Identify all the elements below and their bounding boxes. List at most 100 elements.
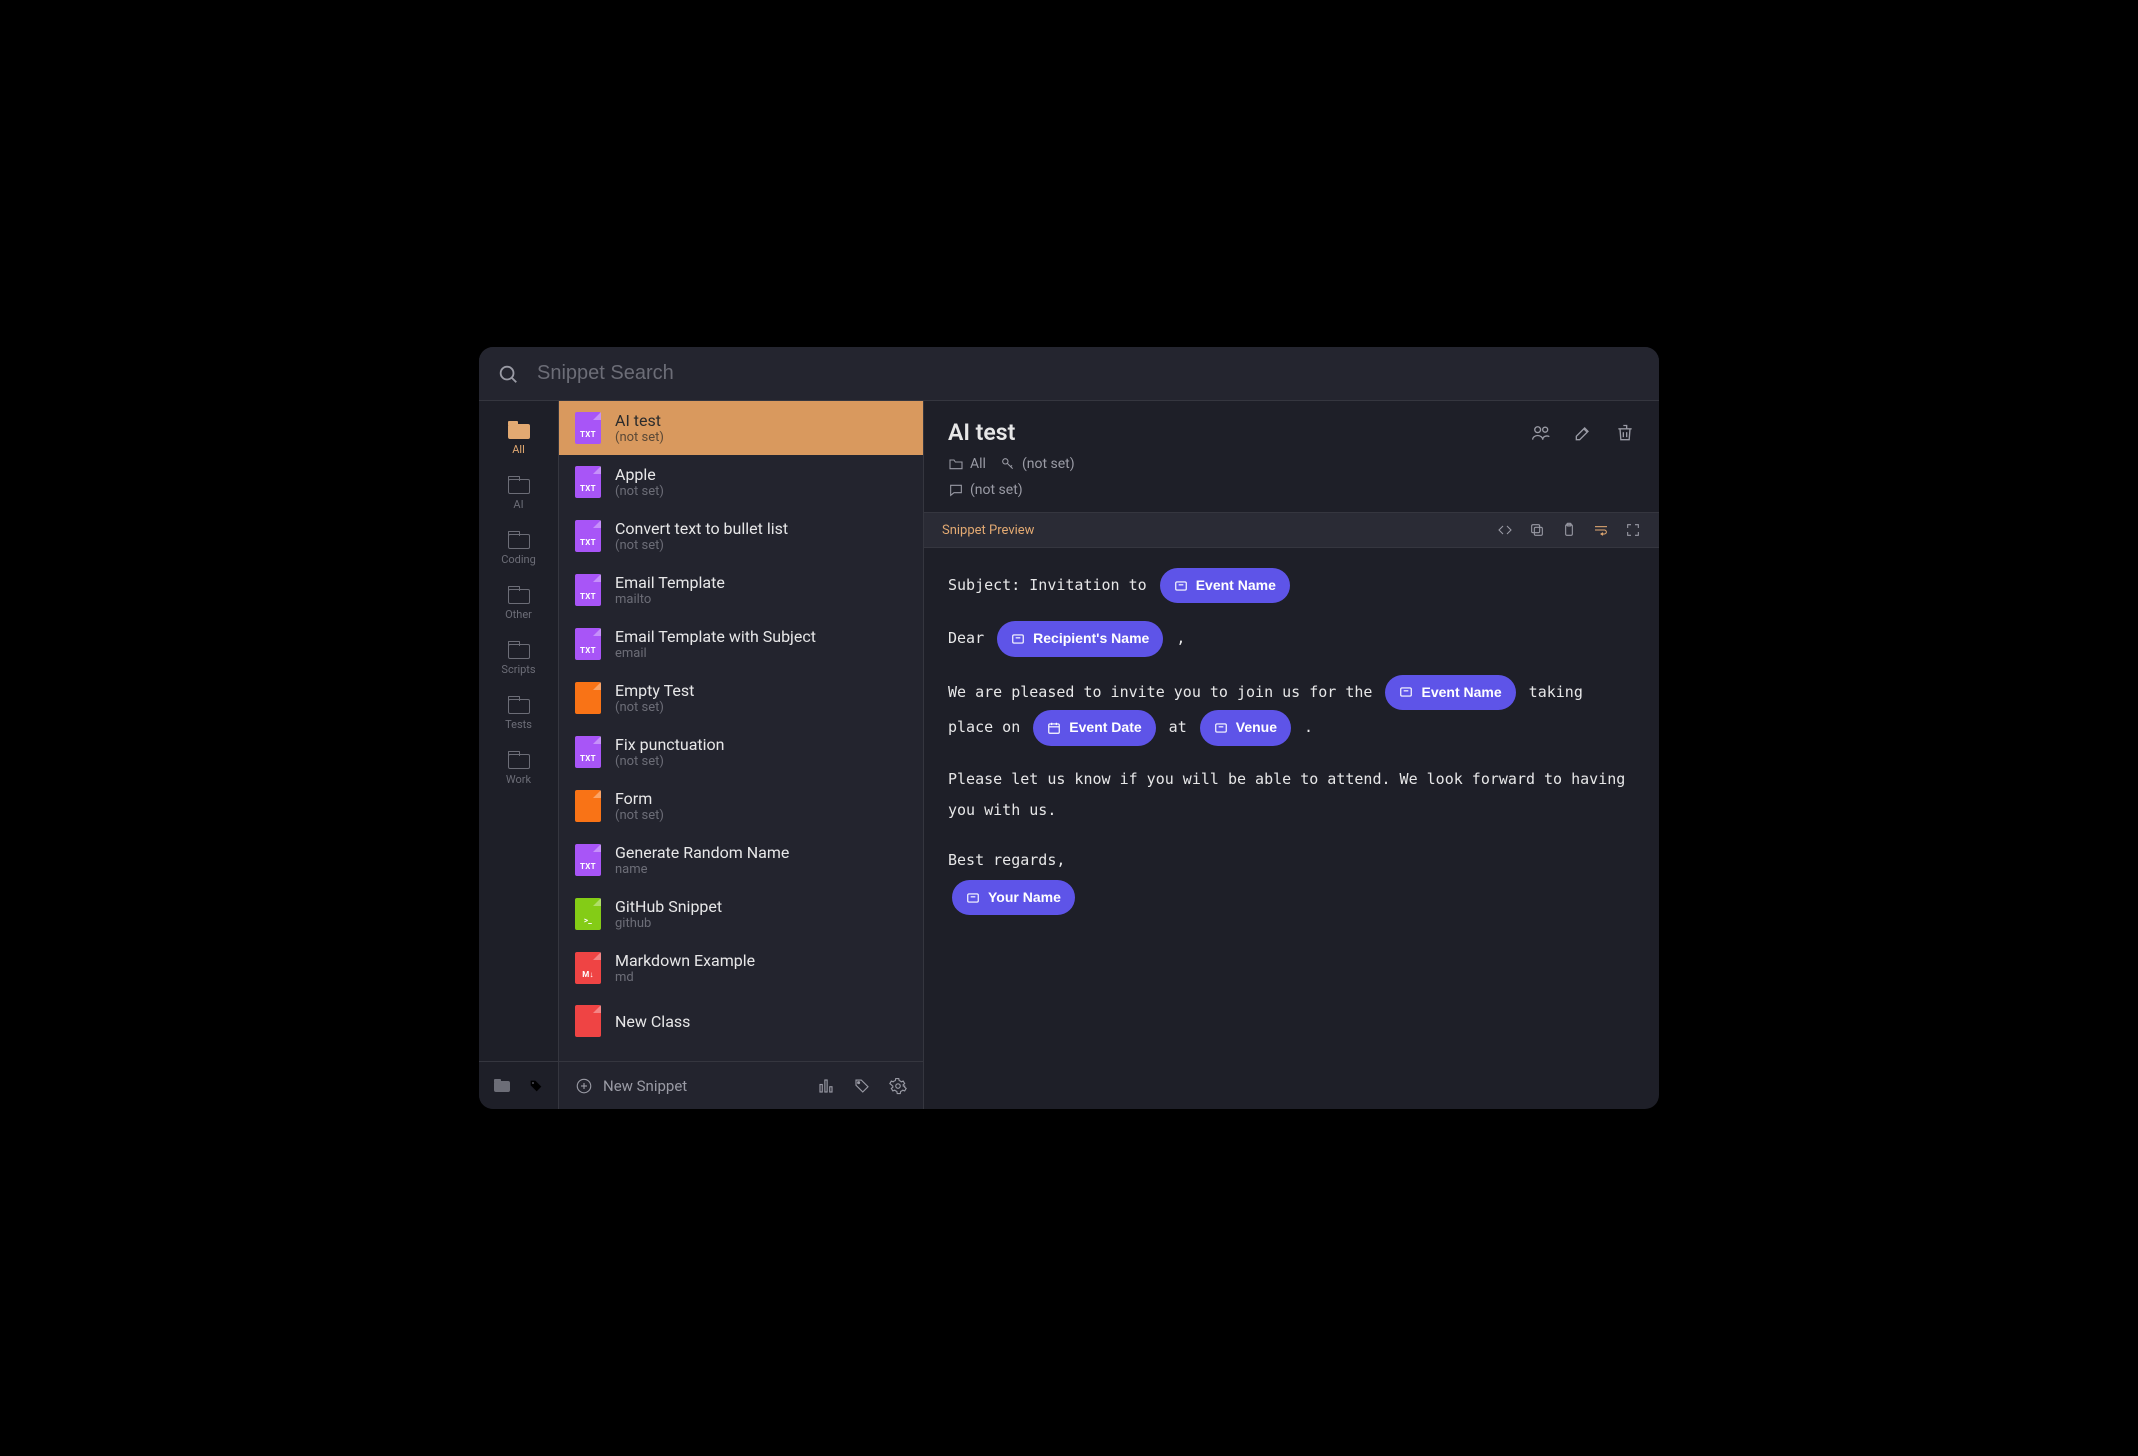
code-icon[interactable] — [1497, 522, 1513, 538]
edit-icon[interactable] — [1573, 423, 1593, 443]
meta-note[interactable]: (not set) — [948, 482, 1023, 498]
sidebar-item-tests[interactable]: Tests — [479, 686, 558, 741]
new-snippet-button[interactable]: New Snippet — [575, 1077, 687, 1095]
placeholder-recipient-name[interactable]: Recipient's Name — [997, 621, 1163, 656]
file-icon: >_ — [575, 898, 601, 930]
list-item[interactable]: Empty Test(not set) — [559, 671, 923, 725]
sidebar: All AI Coding Other Scripts Tests Work — [479, 401, 559, 1109]
file-icon: TXT — [575, 520, 601, 552]
sidebar-label: AI — [513, 498, 523, 511]
meta-keyword[interactable]: (not set) — [1000, 456, 1075, 472]
key-icon — [1000, 456, 1016, 472]
sidebar-item-ai[interactable]: AI — [479, 466, 558, 521]
list-item[interactable]: TXT Apple(not set) — [559, 455, 923, 509]
folder-icon — [508, 586, 530, 604]
search-input[interactable] — [535, 361, 1641, 386]
placeholder-your-name[interactable]: Your Name — [952, 880, 1075, 915]
list-item[interactable]: M↓ Markdown Examplemd — [559, 941, 923, 995]
preview-bar: Snippet Preview — [924, 512, 1659, 548]
item-subtitle: (not set) — [615, 808, 664, 823]
sidebar-item-all[interactable]: All — [479, 411, 558, 466]
placeholder-event-date[interactable]: Event Date — [1033, 710, 1155, 745]
item-subtitle: name — [615, 862, 789, 877]
open-folder-icon[interactable] — [494, 1079, 510, 1092]
placeholder-event-name-2[interactable]: Event Name — [1385, 675, 1515, 710]
chat-icon — [948, 482, 964, 498]
list-item[interactable]: TXT Generate Random Namename — [559, 833, 923, 887]
list-item[interactable]: TXT Convert text to bullet list(not set) — [559, 509, 923, 563]
file-icon: TXT — [575, 574, 601, 606]
folder-icon — [508, 696, 530, 714]
item-title: Markdown Example — [615, 951, 755, 970]
file-icon: TXT — [575, 844, 601, 876]
item-title: Convert text to bullet list — [615, 519, 788, 538]
list-footer: New Snippet — [559, 1061, 923, 1109]
sidebar-label: Tests — [505, 718, 532, 731]
snippet-list-panel: TXTAI test(not set)TXTApple(not set)TXTC… — [559, 401, 924, 1109]
item-title: AI test — [615, 411, 664, 430]
wrap-icon[interactable] — [1593, 522, 1609, 538]
stats-icon[interactable] — [817, 1077, 835, 1095]
file-icon: TXT — [575, 736, 601, 768]
detail-header: AI test All (not set) — [924, 401, 1659, 512]
list-item[interactable]: TXT Fix punctuation(not set) — [559, 725, 923, 779]
list-item[interactable]: Form(not set) — [559, 779, 923, 833]
preview-label: Snippet Preview — [942, 523, 1034, 538]
sidebar-label: All — [512, 443, 525, 456]
folder-icon — [508, 476, 530, 494]
item-title: Form — [615, 789, 664, 808]
item-subtitle: md — [615, 970, 755, 985]
list-item[interactable]: TXTAI test(not set) — [559, 401, 923, 455]
meta-folder[interactable]: All — [948, 456, 986, 472]
tag-icon[interactable] — [853, 1077, 871, 1095]
list-item[interactable]: TXT Email Templatemailto — [559, 563, 923, 617]
folder-icon — [508, 531, 530, 549]
sidebar-label: Coding — [501, 553, 536, 566]
sidebar-item-scripts[interactable]: Scripts — [479, 631, 558, 686]
sidebar-item-coding[interactable]: Coding — [479, 521, 558, 576]
placeholder-venue[interactable]: Venue — [1200, 710, 1291, 745]
list-item[interactable]: New Class — [559, 995, 923, 1047]
item-title: Email Template — [615, 573, 725, 592]
detail-panel: AI test All (not set) — [924, 401, 1659, 1109]
item-subtitle: (not set) — [615, 538, 788, 553]
item-title: Apple — [615, 465, 664, 484]
gear-icon[interactable] — [889, 1077, 907, 1095]
folder-icon — [508, 421, 530, 439]
sidebar-item-other[interactable]: Other — [479, 576, 558, 631]
trash-icon[interactable] — [1615, 423, 1635, 443]
sidebar-label: Scripts — [501, 663, 535, 676]
list-item[interactable]: >_GitHub Snippetgithub — [559, 887, 923, 941]
tag-icon[interactable] — [528, 1078, 544, 1094]
users-icon[interactable] — [1531, 423, 1551, 443]
item-subtitle: mailto — [615, 592, 725, 607]
folder-icon — [508, 751, 530, 769]
sidebar-footer — [479, 1061, 558, 1109]
file-icon: TXT — [575, 628, 601, 660]
item-subtitle: github — [615, 916, 722, 931]
folder-icon — [948, 456, 964, 472]
folder-icon — [508, 641, 530, 659]
file-icon: M↓ — [575, 952, 601, 984]
sidebar-item-work[interactable]: Work — [479, 741, 558, 796]
item-subtitle: (not set) — [615, 700, 694, 715]
item-subtitle: email — [615, 646, 816, 661]
item-subtitle: (not set) — [615, 754, 725, 769]
item-subtitle: (not set) — [615, 484, 664, 499]
file-icon: TXT — [575, 466, 601, 498]
item-title: Fix punctuation — [615, 735, 725, 754]
preview-body: Subject: Invitation to Event Name Dear R… — [924, 548, 1659, 1109]
search-icon — [497, 363, 519, 385]
file-icon — [575, 790, 601, 822]
list-item[interactable]: TXTEmail Template with Subjectemail — [559, 617, 923, 671]
item-subtitle: (not set) — [615, 430, 664, 445]
item-title: New Class — [615, 1012, 690, 1031]
sidebar-label: Work — [506, 773, 531, 786]
item-title: Generate Random Name — [615, 843, 789, 862]
sidebar-label: Other — [505, 608, 532, 621]
fullscreen-icon[interactable] — [1625, 522, 1641, 538]
paste-icon[interactable] — [1561, 522, 1577, 538]
placeholder-event-name[interactable]: Event Name — [1160, 568, 1290, 603]
copy-icon[interactable] — [1529, 522, 1545, 538]
file-icon — [575, 682, 601, 714]
